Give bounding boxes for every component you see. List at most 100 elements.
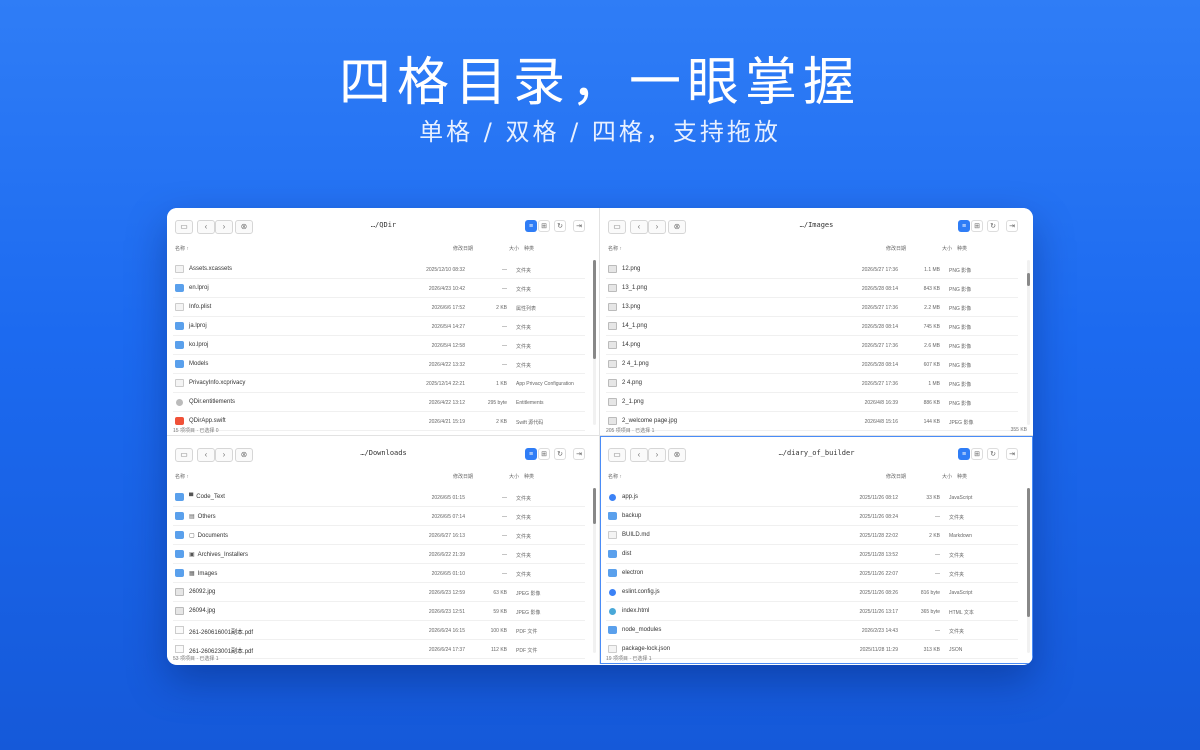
refresh-button[interactable]: ↻	[554, 220, 566, 232]
folder-icon[interactable]: ▭	[608, 220, 626, 234]
grid-view-button[interactable]: ⊞	[538, 448, 550, 460]
file-row[interactable]: ja.lproj 2026/5/4 14:27 — 文件夹	[173, 317, 585, 336]
file-row[interactable]: 26092.jpg 2026/6/23 12:59 63 KB JPEG 影像	[173, 583, 585, 602]
folder-icon[interactable]: ▭	[175, 220, 193, 234]
file-row[interactable]: ▣ Archives_Installers 2026/6/22 21:39 — 文件夹	[173, 545, 585, 564]
scrollbar-thumb[interactable]	[593, 260, 596, 359]
scrollbar-thumb[interactable]	[1027, 273, 1030, 287]
scrollbar-thumb[interactable]	[593, 488, 596, 525]
refresh-button[interactable]: ↻	[554, 448, 566, 460]
file-row[interactable]: 13.png 2026/5/27 17:36 2.2 MB PNG 影像	[606, 298, 1018, 317]
col-name[interactable]: 名称 ↑	[175, 473, 189, 480]
open-folder-button[interactable]: ⇥	[1006, 448, 1018, 460]
forward-button[interactable]: ›	[215, 448, 233, 462]
back-button[interactable]: ‹	[630, 448, 648, 462]
file-row[interactable]: 13_1.png 2026/5/28 08:14 843 KB PNG 影像	[606, 279, 1018, 298]
file-row[interactable]: package-lock.json 2025/11/28 11:29 313 KB J…	[606, 640, 1018, 659]
forward-button[interactable]: ›	[648, 220, 666, 234]
back-button[interactable]: ‹	[197, 220, 215, 234]
scrollbar[interactable]	[1027, 260, 1030, 425]
finder-pane-top-right[interactable]: ▭ ‹ › ⊗ …/Images ≡ ⊞ ↻ ⇥ 名称 ↑ 修改日期 大小 种类 12.png 2026/5…	[600, 208, 1033, 436]
file-row[interactable]: ▀ Code_Text 2026/6/5 01:15 — 文件夹	[173, 488, 585, 507]
col-name[interactable]: 名称 ↑	[608, 245, 622, 252]
forward-button[interactable]: ›	[648, 448, 666, 462]
col-kind[interactable]: 种类	[957, 245, 967, 252]
folder-icon[interactable]: ▭	[175, 448, 193, 462]
file-row[interactable]: node_modules 2026/2/23 14:43 — 文件夹	[606, 621, 1018, 640]
file-row[interactable]: QDirApp.swift 2026/4/21 15:19 2 KB Swift 源代…	[173, 412, 585, 431]
file-row[interactable]: 2 4.png 2026/5/27 17:36 1 MB PNG 影像	[606, 374, 1018, 393]
file-row[interactable]: en.lproj 2026/4/23 10:42 — 文件夹	[173, 279, 585, 298]
file-row[interactable]: 261-260623001副本.pdf 2026/6/24 17:37 112 KB…	[173, 640, 585, 659]
file-row[interactable]: 2_1.png 2026/4/8 16:39 886 KB PNG 影像	[606, 393, 1018, 412]
col-date[interactable]: 修改日期	[453, 245, 473, 252]
open-folder-button[interactable]: ⇥	[573, 220, 585, 232]
col-date[interactable]: 修改日期	[886, 473, 906, 480]
file-row[interactable]: electron 2025/11/26 22:07 — 文件夹	[606, 564, 1018, 583]
file-row[interactable]: BUILD.md 2025/11/28 22:02 2 KB Markdown	[606, 526, 1018, 545]
finder-pane-top-left[interactable]: ▭ ‹ › ⊗ …/QDir ≡ ⊞ ↻ ⇥ 名称 ↑ 修改日期 大小 种类 Assets.xcasset…	[167, 208, 600, 436]
col-kind[interactable]: 种类	[524, 473, 534, 480]
file-row[interactable]: index.html 2025/11/26 13:17 365 byte HTML 文…	[606, 602, 1018, 621]
col-date[interactable]: 修改日期	[453, 473, 473, 480]
back-button[interactable]: ‹	[630, 220, 648, 234]
grid-view-button[interactable]: ⊞	[971, 448, 983, 460]
js-icon	[609, 494, 616, 501]
col-size[interactable]: 大小	[509, 245, 519, 252]
col-kind[interactable]: 种类	[957, 473, 967, 480]
finder-pane-bottom-right[interactable]: ▭ ‹ › ⊗ …/diary_of_builder ≡ ⊞ ↻ ⇥ 名称 ↑ 修改日期 大小 种类 ap…	[600, 436, 1033, 664]
file-row[interactable]: dist 2025/11/28 13:52 — 文件夹	[606, 545, 1018, 564]
col-name[interactable]: 名称 ↑	[175, 245, 189, 252]
file-row[interactable]: 14_1.png 2026/5/28 08:14 745 KB PNG 影像	[606, 317, 1018, 336]
file-row[interactable]: ▦ Images 2026/6/5 01:10 — 文件夹	[173, 564, 585, 583]
col-size[interactable]: 大小	[509, 473, 519, 480]
file-row[interactable]: 2 4_1.png 2026/5/28 08:14 607 KB PNG 影像	[606, 355, 1018, 374]
file-row[interactable]: ▤ Others 2026/6/5 07:14 — 文件夹	[173, 507, 585, 526]
file-row[interactable]: ko.lproj 2026/5/4 12:58 — 文件夹	[173, 336, 585, 355]
file-row[interactable]: 26094.jpg 2026/6/23 12:51 59 KB JPEG 影像	[173, 602, 585, 621]
file-row[interactable]: PrivacyInfo.xcprivacy 2025/12/14 22:21 1 K…	[173, 374, 585, 393]
file-row[interactable]: 12.png 2026/5/27 17:36 1.1 MB PNG 影像	[606, 260, 1018, 279]
file-row[interactable]: app.js 2025/11/26 08:12 33 KB JavaScript	[606, 488, 1018, 507]
scrollbar[interactable]	[593, 260, 596, 425]
grid-view-button[interactable]: ⊞	[971, 220, 983, 232]
list-view-button[interactable]: ≡	[525, 448, 537, 460]
back-button[interactable]: ‹	[197, 448, 215, 462]
file-row[interactable]: eslint.config.js 2025/11/26 08:26 816 byte…	[606, 583, 1018, 602]
open-folder-button[interactable]: ⇥	[573, 448, 585, 460]
col-size[interactable]: 大小	[942, 245, 952, 252]
scrollbar-thumb[interactable]	[1027, 488, 1030, 617]
close-button[interactable]: ⊗	[668, 220, 686, 234]
finder-pane-bottom-left[interactable]: ▭ ‹ › ⊗ …/Downloads ≡ ⊞ ↻ ⇥ 名称 ↑ 修改日期 大小 种类 ▀ Code_Tex…	[167, 436, 600, 664]
close-button[interactable]: ⊗	[235, 448, 253, 462]
file-name-text: Archives_Installers	[197, 552, 249, 558]
file-row[interactable]: ▢ Documents 2026/6/27 16:13 — 文件夹	[173, 526, 585, 545]
file-row[interactable]: backup 2025/11/26 08:24 — 文件夹	[606, 507, 1018, 526]
col-date[interactable]: 修改日期	[886, 245, 906, 252]
list-view-button[interactable]: ≡	[958, 448, 970, 460]
grid-view-button[interactable]: ⊞	[538, 220, 550, 232]
file-row[interactable]: 261-260616001副本.pdf 2026/6/24 16:15 100 KB…	[173, 621, 585, 640]
close-button[interactable]: ⊗	[235, 220, 253, 234]
list-view-button[interactable]: ≡	[525, 220, 537, 232]
forward-button[interactable]: ›	[215, 220, 233, 234]
file-row[interactable]: 2_welcome page.jpg 2026/4/8 15:16 144 KB JP…	[606, 412, 1018, 431]
col-size[interactable]: 大小	[942, 473, 952, 480]
file-row[interactable]: Info.plist 2026/6/6 17:52 2 KB 属性列表	[173, 298, 585, 317]
scrollbar[interactable]	[1027, 488, 1030, 653]
refresh-button[interactable]: ↻	[987, 220, 999, 232]
list-view-button[interactable]: ≡	[958, 220, 970, 232]
file-size: 1 MB	[928, 381, 940, 387]
folder-icon[interactable]: ▭	[608, 448, 626, 462]
open-folder-button[interactable]: ⇥	[1006, 220, 1018, 232]
col-name[interactable]: 名称 ↑	[608, 473, 622, 480]
file-name-text: Code_Text	[196, 494, 225, 500]
scrollbar[interactable]	[593, 488, 596, 653]
file-row[interactable]: QDir.entitlements 2026/4/22 13:12 295 byte…	[173, 393, 585, 412]
refresh-button[interactable]: ↻	[987, 448, 999, 460]
col-kind[interactable]: 种类	[524, 245, 534, 252]
file-row[interactable]: Models 2026/4/22 13:32 — 文件夹	[173, 355, 585, 374]
close-button[interactable]: ⊗	[668, 448, 686, 462]
file-row[interactable]: 14.png 2026/5/27 17:36 2.6 MB PNG 影像	[606, 336, 1018, 355]
file-row[interactable]: Assets.xcassets 2025/12/10 08:32 — 文件夹	[173, 260, 585, 279]
